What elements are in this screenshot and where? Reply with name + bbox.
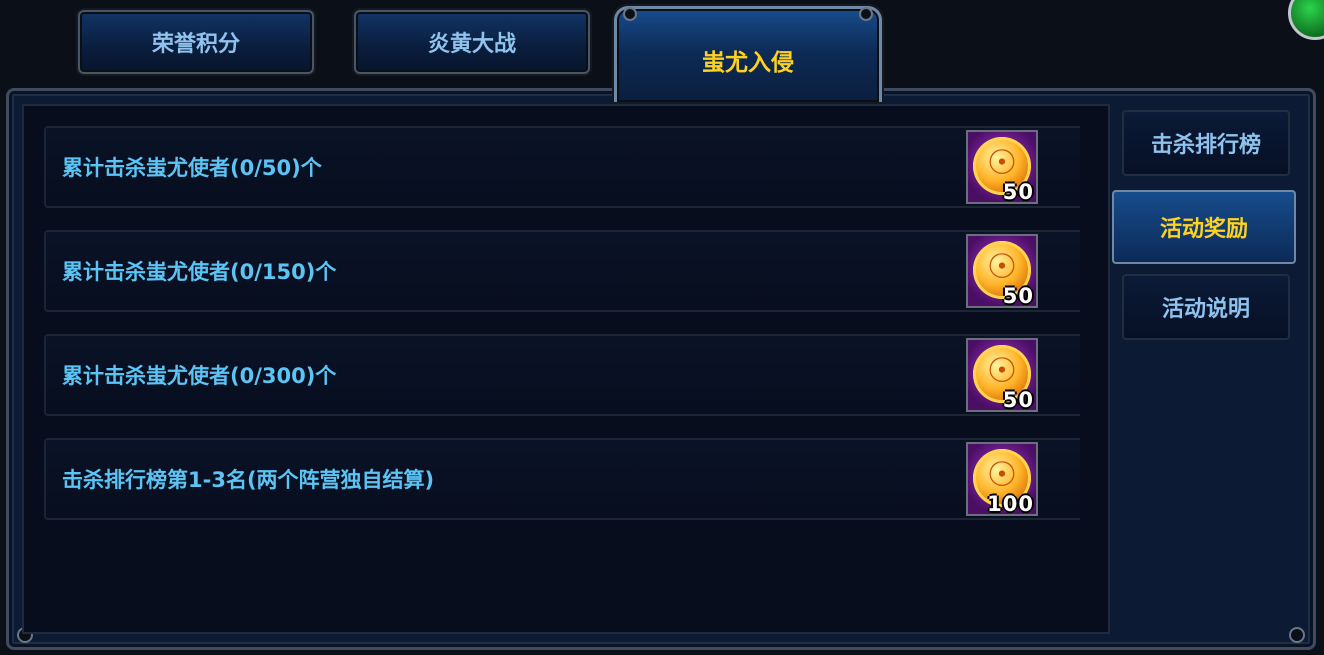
event-info-button[interactable]: 活动说明 — [1122, 274, 1290, 340]
reward-item-slot[interactable]: 50 — [966, 234, 1038, 308]
reward-description: 击杀排行榜第1-3名(两个阵营独自结算) — [62, 468, 435, 492]
tab-label: 炎黄大战 — [427, 32, 516, 57]
reward-item-slot[interactable]: 100 — [966, 442, 1038, 516]
reward-amount: 50 — [1002, 180, 1034, 204]
side-button-label: 活动奖励 — [1159, 217, 1248, 242]
reward-item-slot[interactable]: 50 — [966, 338, 1038, 412]
tab-ornament — [623, 7, 637, 21]
reward-amount: 50 — [1002, 388, 1034, 412]
tab-chiyou-invasion[interactable]: 蚩尤入侵 — [614, 6, 882, 102]
tab-yanhuang-war[interactable]: 炎黄大战 — [354, 10, 590, 74]
reward-row: 击杀排行榜第1-3名(两个阵营独自结算) 100 — [44, 438, 1080, 520]
reward-row: 累计击杀蚩尤使者(0/150)个 50 — [44, 230, 1080, 312]
side-button-label: 击杀排行榜 — [1150, 133, 1261, 158]
reward-row: 累计击杀蚩尤使者(0/300)个 50 — [44, 334, 1080, 416]
tab-label: 蚩尤入侵 — [702, 50, 794, 76]
reward-description: 累计击杀蚩尤使者(0/150)个 — [62, 260, 337, 284]
tab-label: 荣誉积分 — [151, 32, 240, 57]
event-rewards-button[interactable]: 活动奖励 — [1112, 190, 1296, 264]
reward-row: 累计击杀蚩尤使者(0/50)个 50 — [44, 126, 1080, 208]
reward-description: 累计击杀蚩尤使者(0/50)个 — [62, 156, 322, 180]
side-button-label: 活动说明 — [1161, 297, 1250, 322]
tab-honor-points[interactable]: 荣誉积分 — [78, 10, 314, 74]
tab-ornament — [859, 7, 873, 21]
reward-description: 累计击杀蚩尤使者(0/300)个 — [62, 364, 337, 388]
reward-amount: 50 — [1002, 284, 1034, 308]
kill-ranking-button[interactable]: 击杀排行榜 — [1122, 110, 1290, 176]
reward-item-slot[interactable]: 50 — [966, 130, 1038, 204]
frame-ornament — [1289, 627, 1305, 643]
close-orb-button[interactable] — [1288, 0, 1324, 40]
reward-amount: 100 — [987, 492, 1034, 516]
